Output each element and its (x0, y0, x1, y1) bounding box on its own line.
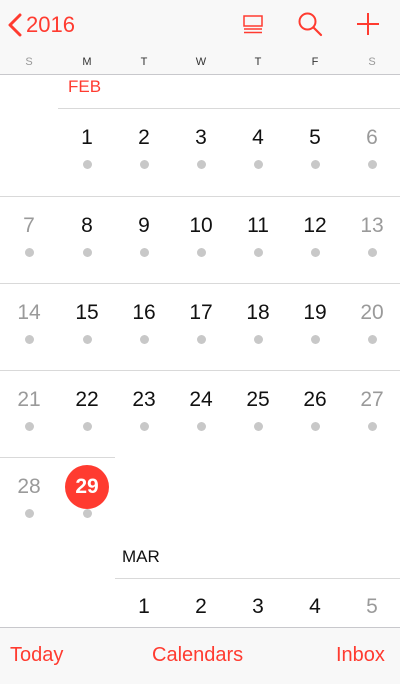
day-cell[interactable]: 1 (62, 126, 112, 150)
add-event-button[interactable] (352, 8, 384, 40)
day-cell[interactable]: 26 (290, 388, 340, 412)
event-dot (24, 248, 34, 257)
day-cell[interactable]: 3 (233, 595, 283, 619)
event-dot (139, 248, 149, 257)
event-dot (24, 335, 34, 344)
day-cell[interactable]: 14 (4, 301, 54, 325)
event-dot (24, 509, 34, 518)
event-dot (253, 248, 263, 257)
event-dot (253, 422, 263, 431)
event-dot (82, 248, 92, 257)
day-cell[interactable]: 25 (233, 388, 283, 412)
event-dot (82, 422, 92, 431)
day-cell[interactable]: 2 (119, 126, 169, 150)
list-view-button[interactable] (237, 8, 269, 40)
event-dot (82, 509, 92, 518)
event-dot (367, 160, 377, 169)
day-cell[interactable]: 9 (119, 214, 169, 238)
event-dot (196, 160, 206, 169)
month-label-feb: FEB (68, 77, 102, 96)
week-separator (0, 457, 115, 458)
today-date-number: 29 (75, 475, 99, 498)
event-dot (310, 160, 320, 169)
day-cell[interactable]: 20 (347, 301, 397, 325)
day-cell[interactable]: 1 (119, 595, 169, 619)
day-cell[interactable]: 4 (233, 126, 283, 150)
week-separator (58, 108, 400, 109)
event-dot (367, 248, 377, 257)
back-to-year-button[interactable]: 2016 (8, 10, 75, 40)
list-view-icon (243, 15, 263, 34)
month-label-mar: MAR (122, 547, 160, 566)
chevron-left-icon (8, 13, 22, 37)
event-dot (139, 160, 149, 169)
event-dot (253, 160, 263, 169)
event-dot (139, 335, 149, 344)
week-separator (115, 578, 400, 579)
back-label: 2016 (26, 12, 75, 37)
event-dot (24, 422, 34, 431)
weekday-label: F (311, 56, 319, 68)
week-separator (0, 196, 400, 197)
navigation-bar: 2016 S M T W T F S (0, 0, 400, 75)
day-cell[interactable]: 7 (4, 214, 54, 238)
weekday-header: S M T W T F S (0, 56, 400, 72)
day-cell[interactable]: 6 (347, 126, 397, 150)
week-separator (0, 370, 400, 371)
day-cell[interactable]: 4 (290, 595, 340, 619)
day-cell[interactable]: 3 (176, 126, 226, 150)
month-grid: FEB 1 2 3 4 5 6 7 8 9 10 11 12 13 14 15 16 17 18 19 20 21 22 23… (0, 75, 400, 627)
weekday-label: S (368, 56, 376, 68)
event-dot (196, 248, 206, 257)
event-dot (367, 422, 377, 431)
bottom-toolbar: Today Calendars Inbox (0, 627, 400, 684)
day-cell[interactable]: 11 (233, 214, 283, 238)
day-cell[interactable]: 19 (290, 301, 340, 325)
day-cell[interactable]: 22 (62, 388, 112, 412)
weekday-label: M (82, 56, 92, 68)
search-button[interactable] (294, 8, 326, 40)
event-dot (196, 422, 206, 431)
day-cell[interactable]: 23 (119, 388, 169, 412)
day-cell[interactable]: 16 (119, 301, 169, 325)
add-icon (357, 13, 379, 35)
today-date[interactable]: 29 (65, 465, 109, 509)
day-cell[interactable]: 5 (290, 126, 340, 150)
weekday-label: T (254, 56, 262, 68)
event-dot (310, 422, 320, 431)
event-dot (196, 335, 206, 344)
day-cell[interactable]: 10 (176, 214, 226, 238)
inbox-button[interactable]: Inbox (336, 644, 385, 667)
day-cell[interactable]: 13 (347, 214, 397, 238)
week-separator (0, 283, 400, 284)
day-cell[interactable]: 15 (62, 301, 112, 325)
day-cell[interactable]: 21 (4, 388, 54, 412)
day-cell[interactable]: 27 (347, 388, 397, 412)
day-cell[interactable]: 12 (290, 214, 340, 238)
event-dot (310, 248, 320, 257)
weekday-label: S (25, 56, 33, 68)
event-dot (310, 335, 320, 344)
day-cell[interactable]: 24 (176, 388, 226, 412)
event-dot (82, 335, 92, 344)
weekday-label: T (140, 56, 148, 68)
day-cell[interactable]: 17 (176, 301, 226, 325)
day-cell[interactable]: 2 (176, 595, 226, 619)
event-dot (367, 335, 377, 344)
weekday-label: W (195, 56, 207, 68)
day-cell[interactable]: 18 (233, 301, 283, 325)
event-dot (253, 335, 263, 344)
event-dot (82, 160, 92, 169)
search-icon (298, 12, 323, 37)
event-dot (139, 422, 149, 431)
calendars-button[interactable]: Calendars (152, 644, 243, 667)
today-button[interactable]: Today (10, 644, 63, 667)
day-cell[interactable]: 5 (347, 595, 397, 619)
day-cell[interactable]: 8 (62, 214, 112, 238)
day-cell[interactable]: 28 (4, 475, 54, 499)
